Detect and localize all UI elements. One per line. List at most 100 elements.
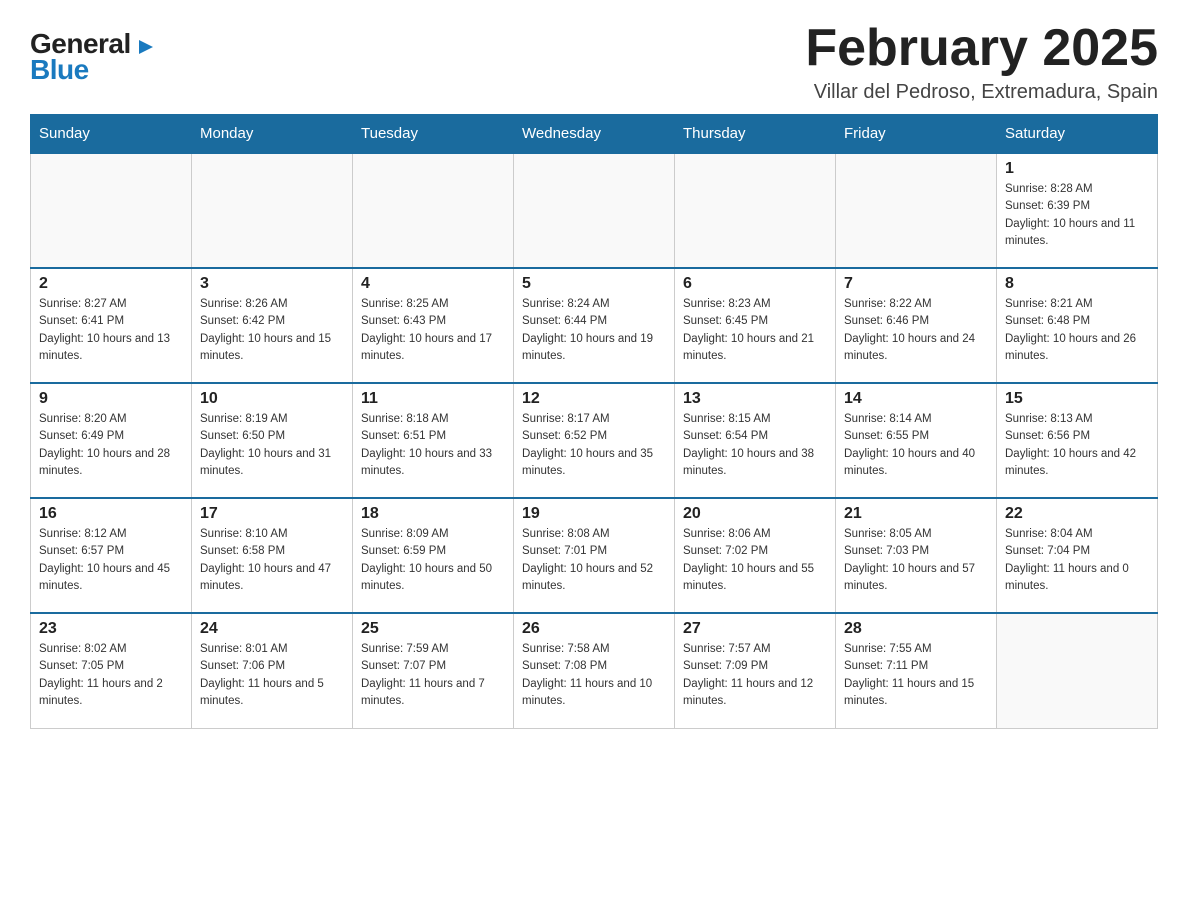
day-info: Sunrise: 8:05 AMSunset: 7:03 PMDaylight:… xyxy=(844,526,988,595)
location-title: Villar del Pedroso, Extremadura, Spain xyxy=(805,81,1158,104)
header-tuesday: Tuesday xyxy=(353,115,514,154)
calendar-cell: 19Sunrise: 8:08 AMSunset: 7:01 PMDayligh… xyxy=(514,498,675,613)
day-number: 22 xyxy=(1005,505,1149,523)
calendar-cell: 14Sunrise: 8:14 AMSunset: 6:55 PMDayligh… xyxy=(836,383,997,498)
calendar-cell: 6 Sunrise: 8:23 AMSunset: 6:45 PMDaylight… xyxy=(675,268,836,383)
day-info: Sunrise: 7:55 AMSunset: 7:11 PMDaylight:… xyxy=(844,641,988,710)
title-area: February 2025 Villar del Pedroso, Extrem… xyxy=(805,20,1158,104)
calendar-cell xyxy=(353,153,514,268)
header-wednesday: Wednesday xyxy=(514,115,675,154)
header-sunday: Sunday xyxy=(31,115,192,154)
calendar-cell xyxy=(192,153,353,268)
calendar-cell: 10 Sunrise: 8:19 AMSunset: 6:50 PMDayligh… xyxy=(192,383,353,498)
calendar-cell xyxy=(31,153,192,268)
calendar-cell: 27Sunrise: 7:57 AMSunset: 7:09 PMDayligh… xyxy=(675,613,836,728)
day-number: 21 xyxy=(844,505,988,523)
calendar-table: Sunday Monday Tuesday Wednesday Thursday… xyxy=(30,114,1158,729)
week-row-5: 23 Sunrise: 8:02 AMSunset: 7:05 PMDayligh… xyxy=(31,613,1158,728)
day-info: Sunrise: 8:09 AMSunset: 6:59 PMDaylight:… xyxy=(361,526,505,595)
calendar-cell: 9 Sunrise: 8:20 AMSunset: 6:49 PMDaylight… xyxy=(31,383,192,498)
day-info: Sunrise: 8:26 AMSunset: 6:42 PMDaylight:… xyxy=(200,296,344,365)
day-number: 12 xyxy=(522,390,666,408)
calendar-cell: 11Sunrise: 8:18 AMSunset: 6:51 PMDayligh… xyxy=(353,383,514,498)
day-number: 3 xyxy=(200,275,344,293)
day-info: Sunrise: 8:13 AMSunset: 6:56 PMDaylight:… xyxy=(1005,411,1149,480)
day-number: 10 xyxy=(200,390,344,408)
calendar-cell: 4 Sunrise: 8:25 AMSunset: 6:43 PMDaylight… xyxy=(353,268,514,383)
calendar-cell: 3 Sunrise: 8:26 AMSunset: 6:42 PMDaylight… xyxy=(192,268,353,383)
day-info: Sunrise: 7:58 AMSunset: 7:08 PMDaylight:… xyxy=(522,641,666,710)
day-info: Sunrise: 8:10 AMSunset: 6:58 PMDaylight:… xyxy=(200,526,344,595)
day-number: 9 xyxy=(39,390,183,408)
day-number: 7 xyxy=(844,275,988,293)
logo-blue-text: Blue xyxy=(30,54,89,86)
day-number: 26 xyxy=(522,620,666,638)
calendar-cell: 15 Sunrise: 8:13 AMSunset: 6:56 PMDayligh… xyxy=(997,383,1158,498)
calendar-cell xyxy=(514,153,675,268)
day-info: Sunrise: 8:25 AMSunset: 6:43 PMDaylight:… xyxy=(361,296,505,365)
day-number: 1 xyxy=(1005,160,1149,178)
calendar-cell: 1 Sunrise: 8:28 AMSunset: 6:39 PMDaylight… xyxy=(997,153,1158,268)
day-info: Sunrise: 8:01 AMSunset: 7:06 PMDaylight:… xyxy=(200,641,344,710)
day-number: 25 xyxy=(361,620,505,638)
calendar-cell xyxy=(675,153,836,268)
weekday-header-row: Sunday Monday Tuesday Wednesday Thursday… xyxy=(31,115,1158,154)
calendar-cell: 25 Sunrise: 7:59 AMSunset: 7:07 PMDayligh… xyxy=(353,613,514,728)
day-info: Sunrise: 7:59 AMSunset: 7:07 PMDaylight:… xyxy=(361,641,505,710)
calendar-cell: 23 Sunrise: 8:02 AMSunset: 7:05 PMDayligh… xyxy=(31,613,192,728)
calendar-cell: 18 Sunrise: 8:09 AMSunset: 6:59 PMDayligh… xyxy=(353,498,514,613)
week-row-2: 2 Sunrise: 8:27 AMSunset: 6:41 PMDaylight… xyxy=(31,268,1158,383)
day-number: 4 xyxy=(361,275,505,293)
calendar-cell: 7 Sunrise: 8:22 AMSunset: 6:46 PMDaylight… xyxy=(836,268,997,383)
day-info: Sunrise: 8:20 AMSunset: 6:49 PMDaylight:… xyxy=(39,411,183,480)
header: General Blue February 2025 Villar del Pe… xyxy=(30,20,1158,104)
day-number: 15 xyxy=(1005,390,1149,408)
logo: General Blue xyxy=(30,20,157,86)
header-thursday: Thursday xyxy=(675,115,836,154)
day-number: 17 xyxy=(200,505,344,523)
day-number: 6 xyxy=(683,275,827,293)
calendar-cell xyxy=(997,613,1158,728)
calendar-cell: 5 Sunrise: 8:24 AMSunset: 6:44 PMDaylight… xyxy=(514,268,675,383)
day-info: Sunrise: 8:06 AMSunset: 7:02 PMDaylight:… xyxy=(683,526,827,595)
calendar-cell: 28 Sunrise: 7:55 AMSunset: 7:11 PMDayligh… xyxy=(836,613,997,728)
calendar-cell: 24 Sunrise: 8:01 AMSunset: 7:06 PMDayligh… xyxy=(192,613,353,728)
day-info: Sunrise: 8:04 AMSunset: 7:04 PMDaylight:… xyxy=(1005,526,1149,595)
calendar-cell: 13Sunrise: 8:15 AMSunset: 6:54 PMDayligh… xyxy=(675,383,836,498)
day-info: Sunrise: 8:21 AMSunset: 6:48 PMDaylight:… xyxy=(1005,296,1149,365)
week-row-3: 9 Sunrise: 8:20 AMSunset: 6:49 PMDaylight… xyxy=(31,383,1158,498)
day-info: Sunrise: 7:57 AMSunset: 7:09 PMDaylight:… xyxy=(683,641,827,710)
day-number: 18 xyxy=(361,505,505,523)
day-number: 16 xyxy=(39,505,183,523)
calendar-cell: 8 Sunrise: 8:21 AMSunset: 6:48 PMDaylight… xyxy=(997,268,1158,383)
day-info: Sunrise: 8:12 AMSunset: 6:57 PMDaylight:… xyxy=(39,526,183,595)
calendar-cell: 17 Sunrise: 8:10 AMSunset: 6:58 PMDayligh… xyxy=(192,498,353,613)
header-saturday: Saturday xyxy=(997,115,1158,154)
day-info: Sunrise: 8:22 AMSunset: 6:46 PMDaylight:… xyxy=(844,296,988,365)
day-number: 28 xyxy=(844,620,988,638)
day-number: 8 xyxy=(1005,275,1149,293)
calendar-cell: 22 Sunrise: 8:04 AMSunset: 7:04 PMDayligh… xyxy=(997,498,1158,613)
week-row-4: 16 Sunrise: 8:12 AMSunset: 6:57 PMDayligh… xyxy=(31,498,1158,613)
day-number: 2 xyxy=(39,275,183,293)
calendar-cell: 2 Sunrise: 8:27 AMSunset: 6:41 PMDaylight… xyxy=(31,268,192,383)
header-friday: Friday xyxy=(836,115,997,154)
day-info: Sunrise: 8:02 AMSunset: 7:05 PMDaylight:… xyxy=(39,641,183,710)
month-title: February 2025 xyxy=(805,20,1158,77)
calendar-cell: 12Sunrise: 8:17 AMSunset: 6:52 PMDayligh… xyxy=(514,383,675,498)
day-info: Sunrise: 8:24 AMSunset: 6:44 PMDaylight:… xyxy=(522,296,666,365)
day-info: Sunrise: 8:08 AMSunset: 7:01 PMDaylight:… xyxy=(522,526,666,595)
calendar-cell: 16 Sunrise: 8:12 AMSunset: 6:57 PMDayligh… xyxy=(31,498,192,613)
calendar-cell: 26 Sunrise: 7:58 AMSunset: 7:08 PMDayligh… xyxy=(514,613,675,728)
day-info: Sunrise: 8:28 AMSunset: 6:39 PMDaylight:… xyxy=(1005,181,1149,250)
day-number: 23 xyxy=(39,620,183,638)
day-number: 13 xyxy=(683,390,827,408)
day-number: 5 xyxy=(522,275,666,293)
day-number: 24 xyxy=(200,620,344,638)
day-info: Sunrise: 8:19 AMSunset: 6:50 PMDaylight:… xyxy=(200,411,344,480)
day-number: 14 xyxy=(844,390,988,408)
day-info: Sunrise: 8:27 AMSunset: 6:41 PMDaylight:… xyxy=(39,296,183,365)
calendar-cell: 20Sunrise: 8:06 AMSunset: 7:02 PMDayligh… xyxy=(675,498,836,613)
day-info: Sunrise: 8:23 AMSunset: 6:45 PMDaylight:… xyxy=(683,296,827,365)
day-number: 11 xyxy=(361,390,505,408)
